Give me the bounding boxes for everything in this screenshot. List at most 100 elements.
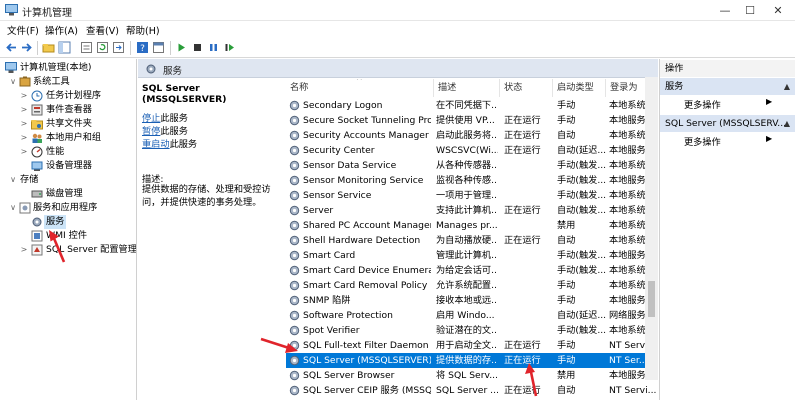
table-row[interactable]: Smart Card Device Enumerati... 为给定会话可... 手…: [286, 263, 658, 278]
console-icon[interactable]: [152, 41, 165, 54]
forward-icon[interactable]: [20, 41, 33, 54]
cell-name: SNMP 陷阱: [303, 295, 351, 306]
maximize-button[interactable]: ☐: [736, 0, 764, 21]
expand-arrow[interactable]: >: [19, 131, 29, 145]
stop-service-link[interactable]: 停止此服务: [142, 110, 188, 124]
expand-arrow[interactable]: >: [19, 117, 29, 131]
table-row[interactable]: Shell Hardware Detection 为自动播放硬... 正在运行 自动本…: [286, 233, 658, 248]
cell-name: Sensor Data Service: [303, 160, 397, 171]
expand-arrow[interactable]: ∨: [8, 201, 18, 215]
column-header-startup-type[interactable]: 启动类型: [553, 79, 606, 97]
pause-service-icon[interactable]: [207, 41, 220, 54]
table-row[interactable]: Shared PC Account Manager Manages pr... 禁用…: [286, 218, 658, 233]
actions-group-services[interactable]: 服务 ▲: [660, 78, 795, 95]
table-row[interactable]: SQL Server (MSSQLSERVER) 提供数据的存... 正在运行 手动 N…: [286, 353, 658, 368]
scrollbar-thumb[interactable]: [648, 281, 655, 317]
collapse-icon[interactable]: ▲: [784, 78, 790, 95]
cell-startup-type: 自动: [557, 385, 576, 396]
expand-arrow[interactable]: ∨: [8, 75, 18, 89]
start-service-icon[interactable]: [175, 41, 188, 54]
column-header-status[interactable]: 状态: [500, 79, 553, 97]
close-button[interactable]: ✕: [764, 0, 792, 21]
table-row[interactable]: SQL Server CEIP 服务 (MSSQL... SQL Server .…: [286, 383, 658, 398]
minimize-button[interactable]: —: [711, 0, 739, 21]
restart-service-icon[interactable]: [223, 41, 236, 54]
cell-status: 正在运行: [504, 235, 541, 246]
cell-description: 验证潜在的文...: [436, 325, 498, 336]
restart-service-link[interactable]: 重启动此服务: [142, 136, 197, 150]
table-row[interactable]: SNMP 陷阱 接收本地或远... 手动 本地服务: [286, 293, 658, 308]
table-row[interactable]: Smart Card 管理此计算机... 手动(触发... 本地服务: [286, 248, 658, 263]
expand-arrow[interactable]: >: [19, 145, 29, 159]
table-row[interactable]: Secondary Logon 在不同凭据下... 手动 本地系统: [286, 98, 658, 113]
show-hide-tree-icon[interactable]: [58, 41, 71, 54]
table-row[interactable]: Sensor Monitoring Service 监视各种传感... 手动(触发.…: [286, 173, 658, 188]
cell-startup-type: 手动(触发...: [557, 190, 607, 201]
stop-service-icon[interactable]: [191, 41, 204, 54]
table-row[interactable]: SQL Full-text Filter Daemon L... 用于启动全文..…: [286, 338, 658, 353]
actions-title: 操作: [660, 60, 795, 77]
selected-service-title: SQL Server (MSSQLSERVER): [142, 83, 227, 105]
cell-description: 允许系统配置...: [436, 280, 498, 291]
shared-folder-icon: [31, 120, 43, 130]
menu-action[interactable]: 操作(A): [45, 23, 78, 37]
menu-help[interactable]: 帮助(H): [126, 23, 160, 37]
tools-icon: [19, 76, 31, 87]
cell-name: SQL Server (MSSQLSERVER): [303, 355, 431, 366]
properties-icon[interactable]: [80, 41, 93, 54]
table-row[interactable]: Server 支持此计算机... 正在运行 自动(触发... 本地系统: [286, 203, 658, 218]
cell-startup-type: 手动(触发...: [557, 265, 607, 276]
more-actions-services[interactable]: 更多操作 ▶: [684, 97, 772, 111]
cell-log-on-as: NT Servi...: [609, 385, 657, 396]
cell-description: 启用 Windo...: [436, 310, 495, 321]
expand-arrow[interactable]: >: [19, 103, 29, 117]
cell-name: Smart Card Device Enumerati...: [303, 265, 431, 276]
cell-status: 正在运行: [504, 205, 541, 216]
column-header-description[interactable]: 描述: [434, 79, 500, 97]
actions-group-sql-server[interactable]: SQL Server (MSSQLSERV... ▲: [660, 115, 795, 132]
description-text: 提供数据的存储、处理和受控访问，并提供快速的事务处理。: [142, 184, 271, 208]
menu-bar: 文件(F) 操作(A) 查看(V) 帮助(H): [0, 21, 795, 38]
back-icon[interactable]: [5, 41, 18, 54]
cell-name: Secondary Logon: [303, 100, 383, 111]
cell-description: SQL Server ...: [436, 385, 498, 396]
submenu-arrow-icon: ▶: [766, 134, 773, 143]
cell-description: 接收本地或远...: [436, 295, 498, 306]
service-gear-icon: [289, 310, 300, 321]
event-viewer-icon: [31, 104, 43, 116]
cell-name: Security Accounts Manager: [303, 130, 429, 141]
services-apps-icon: [19, 202, 31, 214]
cell-startup-type: 手动: [557, 295, 576, 306]
cell-status: 正在运行: [504, 130, 541, 141]
table-row[interactable]: Sensor Data Service 从各种传感器... 手动(触发... 本地系统: [286, 158, 658, 173]
cell-description: 为给定会话可...: [436, 265, 498, 276]
expand-arrow[interactable]: >: [19, 243, 29, 257]
svg-text:?: ?: [140, 44, 145, 54]
cell-name: SQL Full-text Filter Daemon L...: [303, 340, 431, 351]
table-row[interactable]: Security Center WSCSVC(Wi... 正在运行 自动(延迟... 本…: [286, 143, 658, 158]
table-row[interactable]: Sensor Service 一项用于管理... 手动(触发... 本地系统: [286, 188, 658, 203]
collapse-icon[interactable]: ▲: [784, 115, 790, 132]
table-row[interactable]: Security Accounts Manager 启动此服务将... 正在运行 自动…: [286, 128, 658, 143]
pause-service-link[interactable]: 暂停此服务: [142, 123, 188, 137]
service-gear-icon: [289, 145, 300, 156]
table-row[interactable]: Secure Socket Tunneling Pro... 提供使用 VP...…: [286, 113, 658, 128]
cell-name: Smart Card Removal Policy: [303, 280, 428, 291]
table-row[interactable]: Spot Verifier 验证潜在的文... 手动(触发... 本地系统: [286, 323, 658, 338]
expand-arrow[interactable]: ∨: [8, 173, 18, 187]
column-header-name[interactable]: 名称 ^: [286, 79, 434, 97]
table-row[interactable]: SQL Server Browser 将 SQL Serv... 禁用 本地服务: [286, 368, 658, 383]
table-row[interactable]: Smart Card Removal Policy 允许系统配置... 手动 本地系统: [286, 278, 658, 293]
export-list-icon[interactable]: [112, 41, 125, 54]
expand-arrow[interactable]: >: [19, 89, 29, 103]
services-icon: [32, 217, 42, 227]
menu-file[interactable]: 文件(F): [7, 23, 39, 37]
refresh-icon[interactable]: [96, 41, 109, 54]
menu-view[interactable]: 查看(V): [86, 23, 119, 37]
help-icon[interactable]: ?: [136, 41, 149, 54]
more-actions-sql-server[interactable]: 更多操作 ▶: [684, 134, 772, 148]
up-folder-icon[interactable]: [42, 41, 55, 54]
table-row[interactable]: Software Protection 启用 Windo... 自动(延迟... 网络…: [286, 308, 658, 323]
list-scrollbar[interactable]: [645, 77, 658, 380]
services-header-icon: [146, 64, 156, 74]
